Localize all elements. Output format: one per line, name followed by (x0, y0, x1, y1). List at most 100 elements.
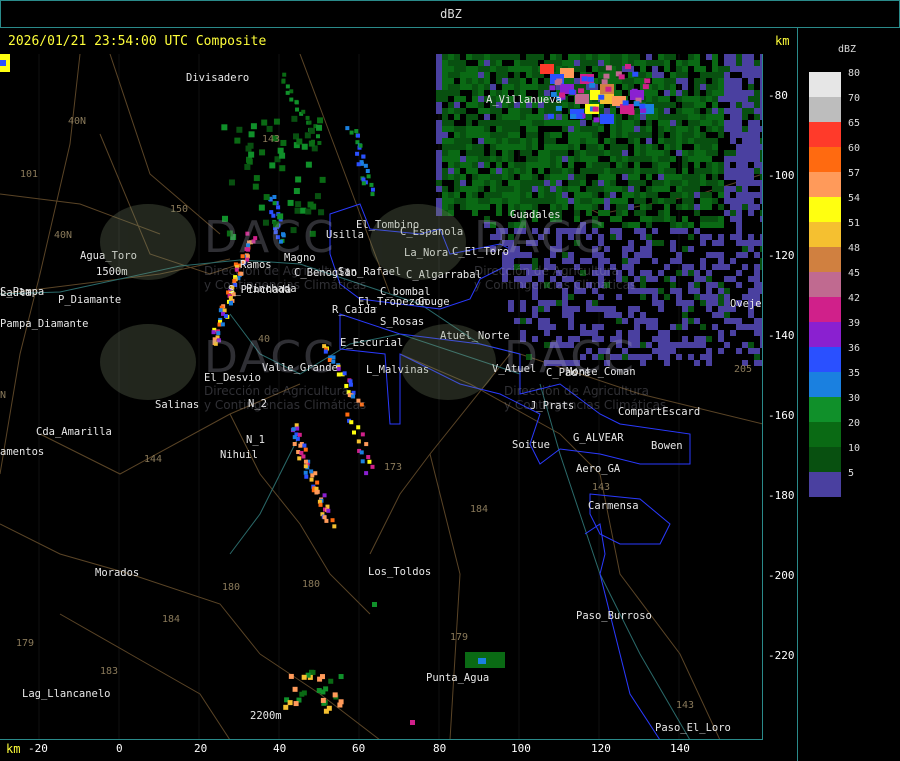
radar-echo-pixel (484, 132, 490, 138)
radar-echo-pixel (304, 474, 309, 479)
radar-echo-pixel (442, 72, 448, 78)
radar-echo-pixel (742, 90, 748, 96)
radar-echo-pixel (586, 138, 592, 144)
radar-echo-pixel (688, 222, 694, 228)
radar-echo-pixel (532, 66, 538, 72)
radar-echo-pixel (652, 90, 658, 96)
radar-echo-pixel (688, 288, 694, 294)
radar-echo-pixel (616, 144, 622, 150)
radar-echo-pixel (604, 174, 610, 180)
radar-echo-pixel (526, 174, 532, 180)
radar-echo-pixel (658, 108, 664, 114)
radar-echo-pixel (478, 84, 484, 90)
radar-echo-pixel (544, 330, 550, 336)
radar-echo-pixel (356, 398, 361, 403)
radar-echo-pixel (676, 354, 682, 360)
radar-map[interactable]: Divisadero A_Villanueva Guadales El_Tombino… (0, 54, 763, 740)
radar-echo-pixel (616, 294, 622, 300)
radar-echo-pixel (496, 156, 502, 162)
radar-echo-pixel (246, 158, 253, 165)
route-number-label: 143 (592, 482, 611, 493)
radar-echo-pixel (688, 108, 694, 114)
radar-echo-pixel (478, 78, 484, 84)
radar-echo-pixel (700, 216, 706, 222)
radar-echo-pixel (562, 60, 568, 66)
radar-echo-pixel (730, 150, 736, 156)
radar-echo-pixel (754, 192, 760, 198)
radar-echo-pixel (736, 180, 742, 186)
radar-echo-pixel (730, 84, 736, 90)
radar-echo-pixel (706, 120, 712, 126)
radar-echo-pixel (742, 72, 748, 78)
radar-echo-pixel (436, 84, 442, 90)
radar-echo-pixel (326, 508, 331, 513)
radar-echo-pixel (682, 246, 688, 252)
radar-echo-pixel (454, 114, 460, 120)
radar-echo-pixel (622, 210, 628, 216)
radar-echo-pixel (556, 144, 562, 150)
radar-echo-pixel (706, 360, 712, 366)
radar-echo-pixel (580, 120, 586, 126)
radar-echo-pixel (622, 204, 628, 210)
radar-echo-pixel (538, 54, 544, 60)
radar-echo-pixel (351, 394, 356, 399)
radar-echo-pixel (220, 322, 225, 327)
legend-swatch (809, 197, 841, 222)
radar-echo-pixel (736, 84, 742, 90)
radar-echo-pixel (574, 174, 580, 180)
legend-label: 35 (848, 368, 861, 379)
radar-echo-pixel (658, 198, 664, 204)
legend-swatch (809, 272, 841, 297)
radar-echo-pixel (370, 464, 375, 469)
radar-echo-pixel (604, 258, 610, 264)
place-label: amentos (0, 446, 45, 458)
radar-echo-pixel (448, 102, 454, 108)
radar-echo-pixel (538, 156, 544, 162)
radar-echo-pixel (580, 354, 586, 360)
radar-echo-pixel (496, 210, 502, 216)
radar-echo-pixel (736, 348, 742, 354)
radar-echo-pixel (682, 72, 688, 78)
radar-echo-pixel (670, 54, 676, 60)
radar-echo-pixel (658, 138, 664, 144)
radar-echo-pixel (652, 240, 658, 246)
radar-echo-pixel (700, 66, 706, 72)
radar-echo-pixel (688, 198, 694, 204)
radar-echo-pixel (556, 282, 562, 288)
radar-echo-pixel (316, 124, 323, 131)
place-label: Pampa_Diamante (0, 318, 89, 330)
radar-echo-pixel (724, 72, 730, 78)
radar-echo-pixel (580, 288, 586, 294)
radar-echo-pixel (514, 198, 520, 204)
radar-echo-pixel (724, 150, 730, 156)
radar-echo-pixel (580, 330, 586, 336)
radar-echo-pixel (556, 198, 562, 204)
radar-echo-pixel (508, 132, 514, 138)
radar-echo-pixel (706, 354, 712, 360)
radar-echo-pixel (748, 120, 754, 126)
radar-echo-pixel (538, 162, 544, 168)
radar-echo-pixel (700, 174, 706, 180)
radar-echo-pixel (664, 162, 670, 168)
radar-echo-pixel (289, 97, 294, 102)
radar-echo-pixel (604, 54, 610, 60)
radar-echo-pixel (305, 208, 312, 215)
radar-echo-pixel (736, 144, 742, 150)
radar-echo-pixel (592, 288, 598, 294)
legend-swatch (809, 122, 841, 147)
radar-echo-pixel (448, 90, 454, 96)
radar-echo-pixel (652, 258, 658, 264)
radar-echo-pixel (616, 54, 622, 60)
radar-echo-pixel (730, 96, 736, 102)
radar-echo-pixel (436, 168, 442, 174)
radar-echo-pixel (610, 174, 616, 180)
radar-echo-pixel (682, 132, 688, 138)
radar-echo-pixel (556, 60, 562, 66)
radar-echo-pixel (736, 270, 742, 276)
radar-echo-pixel (718, 300, 724, 306)
radar-echo-pixel (658, 306, 664, 312)
radar-echo-pixel (245, 231, 250, 236)
radar-echo-pixel (520, 276, 526, 282)
legend-swatch (809, 372, 841, 397)
radar-echo-pixel (508, 222, 514, 228)
